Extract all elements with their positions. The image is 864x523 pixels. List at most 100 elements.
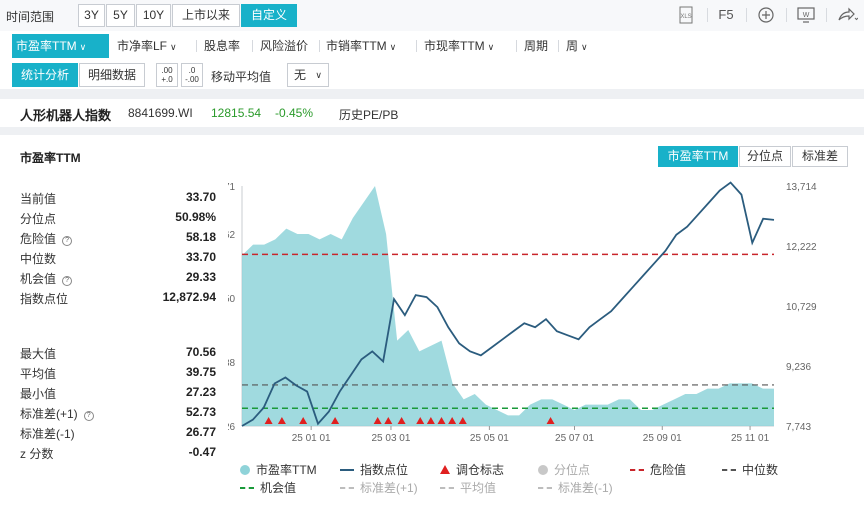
left-tick-label: 38 xyxy=(228,358,236,369)
chart-tab-stddev[interactable]: 标准差 xyxy=(792,146,848,167)
x-tick-label: 25 05 01 xyxy=(470,433,509,444)
range-3y-button[interactable]: 3Y xyxy=(78,4,105,27)
refresh-f5-button[interactable]: F5 xyxy=(716,4,736,26)
history-pe-pb-link[interactable]: 历史PE/PB xyxy=(339,106,398,123)
stat-std-minus: 标准差(-1) 26.77 xyxy=(20,425,216,441)
chart-tab-percentile[interactable]: 分位点 xyxy=(739,146,791,167)
stat-median: 中位数 33.70 xyxy=(20,250,216,266)
stat-index-level: 指数点位 12,872.94 xyxy=(20,290,216,306)
x-tick-label: 25 11 01 xyxy=(731,433,770,444)
x-tick-label: 25 01 01 xyxy=(292,433,331,444)
panel-title: 市盈率TTM xyxy=(20,151,81,165)
tab-pcf-ttm[interactable]: 市现率TTM ∨ xyxy=(420,34,514,58)
tab-pe-ttm-label: 市盈率TTM xyxy=(16,39,77,53)
stat-analysis-tab[interactable]: 统计分析 xyxy=(12,63,78,87)
decimal-increase-button[interactable]: .00 +.0 xyxy=(156,63,178,87)
range-5y-button[interactable]: 5Y xyxy=(106,4,135,27)
legend-item[interactable]: 市盈率TTM xyxy=(240,461,317,477)
chevron-down-icon: ∨ xyxy=(581,42,588,52)
x-tick-label: 25 09 01 xyxy=(643,433,682,444)
detail-data-tab[interactable]: 明细数据 xyxy=(79,63,145,87)
left-tick-label: 62 xyxy=(228,230,236,241)
legend-triangle-icon xyxy=(440,465,450,474)
decimal-decrease-button[interactable]: .0 -.00 xyxy=(181,63,203,87)
chart-tab-pe[interactable]: 市盈率TTM xyxy=(658,146,738,167)
tab-risk-premium[interactable]: 风险溢价 xyxy=(256,34,316,58)
legend-label: 平均值 xyxy=(460,481,497,495)
frequency-select[interactable]: 周 ∨ xyxy=(562,34,602,58)
help-icon[interactable]: ? xyxy=(62,236,73,246)
stat-opportunity: 机会值? 29.33 xyxy=(20,270,216,286)
legend-label: 中位数 xyxy=(742,463,779,477)
range-since-listing-button[interactable]: 上市以来 xyxy=(172,4,240,27)
metric-tab-bar: 市盈率TTM ∨ 市净率LF ∨ 股息率 风险溢价 市销率TTM ∨ 市现率TTM ∨ … xyxy=(0,31,864,61)
index-name: 人形机器人指数 xyxy=(20,108,112,123)
tab-dividend-yield-label: 股息率 xyxy=(204,39,241,53)
legend-dash-icon xyxy=(538,487,552,489)
legend-item[interactable]: 中位数 xyxy=(722,461,778,477)
tab-pb-lf[interactable]: 市净率LF ∨ xyxy=(113,34,195,58)
help-icon[interactable]: ? xyxy=(62,276,73,286)
tab-period[interactable]: 周期 xyxy=(520,34,556,58)
legend-item[interactable]: 调仓标志 xyxy=(440,461,504,477)
excel-icon[interactable]: XLS xyxy=(674,4,698,26)
pe-chart[interactable]: 71 62 50 38 26 13,714 12,222 10,729 9,236 7,743 25… xyxy=(228,178,838,458)
index-header: 人形机器人指数 8841699.WI 12815.54 -0.45% 历史PE/… xyxy=(0,99,864,127)
right-tick-label: 9,236 xyxy=(786,362,811,373)
right-tick-label: 13,714 xyxy=(786,182,817,193)
add-icon[interactable] xyxy=(754,4,778,26)
index-change: -0.45% xyxy=(275,106,314,120)
legend-item[interactable]: 指数点位 xyxy=(340,461,408,477)
tab-pb-lf-label: 市净率LF xyxy=(117,39,168,53)
tab-ps-ttm[interactable]: 市销率TTM ∨ xyxy=(322,34,414,58)
moving-average-select[interactable]: 无 ∨ xyxy=(287,63,329,87)
moving-average-value: 无 xyxy=(294,68,307,82)
legend-item[interactable]: 机会值 xyxy=(240,479,296,495)
tab-ps-ttm-label: 市销率TTM xyxy=(326,39,387,53)
time-range-label: 时间范围 xyxy=(6,10,55,24)
svg-text:XLS: XLS xyxy=(680,14,691,20)
legend-dot-icon xyxy=(538,465,548,475)
x-tick-label: 25 07 01 xyxy=(555,433,594,444)
legend-dot-icon xyxy=(240,465,250,475)
chevron-down-icon: ∨ xyxy=(389,42,397,52)
legend-label: 调仓标志 xyxy=(456,463,505,477)
chevron-down-icon: ∨ xyxy=(79,42,87,52)
pe-ttm-area xyxy=(242,186,774,426)
stat-zscore: z 分数 -0.47 xyxy=(20,445,216,461)
stat-percentile: 分位点 50.98% xyxy=(20,210,216,226)
valuation-panel: 市盈率TTM 市盈率TTM 分位点 标准差 当前值 33.70 分位点 50.98%… xyxy=(8,135,864,523)
legend-item[interactable]: 标准差(-1) xyxy=(538,479,613,495)
range-10y-button[interactable]: 10Y xyxy=(136,4,171,27)
range-custom-button[interactable]: 自定义 xyxy=(241,4,297,27)
view-toolbar: 统计分析 明细数据 .00 +.0 .0 -.00 移动平均值 无 ∨ xyxy=(0,61,864,89)
stat-std-plus: 标准差(+1)? 52.73 xyxy=(20,405,216,421)
chevron-down-icon: ∨ xyxy=(170,42,177,52)
help-icon[interactable]: ? xyxy=(83,411,94,421)
legend-item[interactable]: 分位点 xyxy=(538,461,590,477)
legend-dash-icon xyxy=(630,469,644,471)
stat-mean: 平均值 39.75 xyxy=(20,365,216,381)
stat-danger: 危险值? 58.18 xyxy=(20,230,216,246)
svg-text:W: W xyxy=(803,12,810,19)
x-tick-label: 25 03 01 xyxy=(371,433,410,444)
index-code: 8841699.WI xyxy=(128,106,193,120)
share-icon[interactable] xyxy=(834,4,860,26)
index-price: 12815.54 xyxy=(211,106,262,120)
tab-dividend-yield[interactable]: 股息率 xyxy=(200,34,250,58)
legend-item[interactable]: 平均值 xyxy=(440,479,496,495)
ppt-export-icon[interactable]: W xyxy=(794,4,818,26)
left-tick-label: 50 xyxy=(228,294,236,305)
legend-item[interactable]: 标准差(+1) xyxy=(340,479,418,495)
legend-label: 危险值 xyxy=(650,463,687,477)
legend-label: 机会值 xyxy=(260,481,297,495)
frequency-select-label: 周 xyxy=(566,39,579,53)
legend-item[interactable]: 危险值 xyxy=(630,461,686,477)
tab-pcf-ttm-label: 市现率TTM xyxy=(424,39,485,53)
legend-label: 标准差(-1) xyxy=(558,481,613,495)
chevron-down-icon: ∨ xyxy=(315,70,322,80)
chevron-down-icon: ∨ xyxy=(487,42,495,52)
tab-pe-ttm[interactable]: 市盈率TTM ∨ xyxy=(12,34,109,58)
legend-label: 标准差(+1) xyxy=(360,481,418,495)
chart-legend: 市盈率TTM 指数点位 调仓标志 分位点 危险值 中位数机会值 标准差(+1) 平均值 标准差(… xyxy=(240,461,850,501)
